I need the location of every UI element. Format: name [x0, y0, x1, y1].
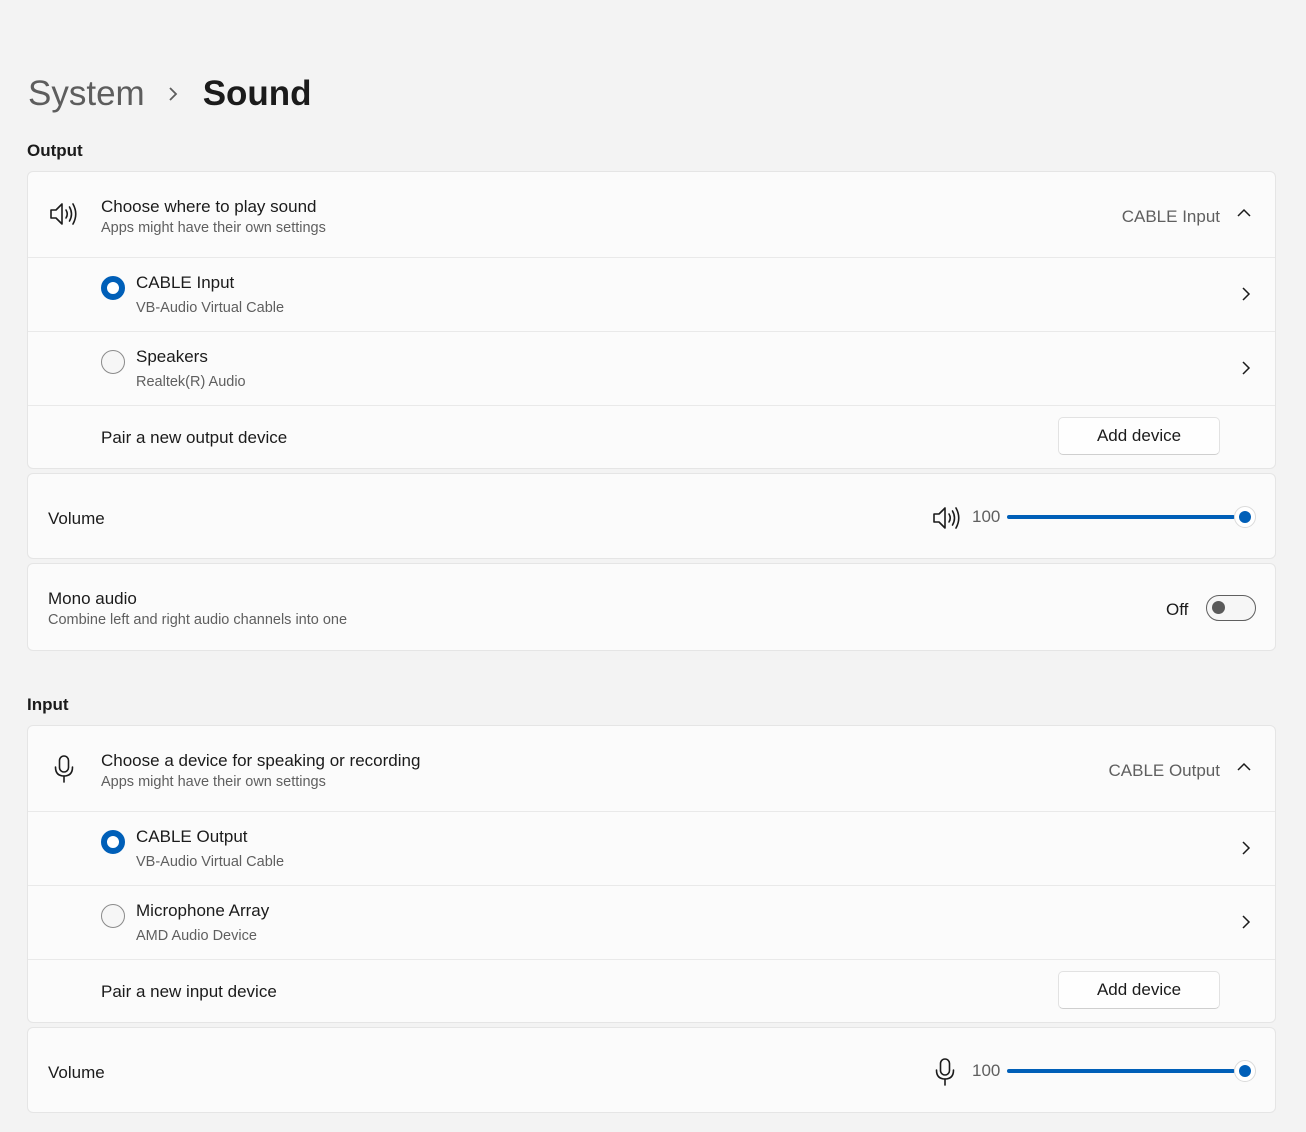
- input-chooser-subtitle: Apps might have their own settings: [101, 774, 326, 790]
- mono-audio-card: Mono audio Combine left and right audio …: [27, 563, 1276, 651]
- input-device-card: Choose a device for speaking or recordin…: [27, 725, 1276, 1023]
- output-section-title: Output: [27, 141, 83, 160]
- radio-cable-output[interactable]: [101, 830, 125, 854]
- breadcrumb-system[interactable]: System: [28, 74, 145, 114]
- mono-audio-title: Mono audio: [48, 589, 137, 608]
- output-device-cable-input[interactable]: CABLE Input VB-Audio Virtual Cable: [28, 258, 1275, 331]
- mono-audio-state: Off: [1166, 600, 1189, 619]
- add-input-device-button[interactable]: Add device: [1058, 971, 1220, 1009]
- mono-audio-toggle[interactable]: [1206, 595, 1256, 621]
- microphone-icon[interactable]: [933, 1057, 957, 1087]
- speaker-icon[interactable]: [931, 505, 961, 531]
- chevron-up-icon[interactable]: [1236, 208, 1252, 218]
- page-title: Sound: [202, 74, 312, 113]
- radio-microphone-array[interactable]: [101, 904, 125, 928]
- input-chooser-title: Choose a device for speaking or recordin…: [101, 751, 421, 770]
- chevron-right-icon[interactable]: [1241, 840, 1251, 856]
- output-volume-slider[interactable]: [1007, 515, 1235, 519]
- input-pair-row: Pair a new input device Add device: [28, 960, 1275, 1024]
- chevron-up-icon[interactable]: [1236, 762, 1252, 772]
- mono-audio-subtitle: Combine left and right audio channels in…: [48, 612, 348, 628]
- output-pair-row: Pair a new output device Add device: [28, 406, 1275, 470]
- input-device-cable-output[interactable]: CABLE Output VB-Audio Virtual Cable: [28, 812, 1275, 885]
- chevron-right-icon[interactable]: [1241, 360, 1251, 376]
- microphone-icon: [52, 754, 76, 784]
- pair-input-label: Pair a new input device: [101, 982, 277, 1001]
- device-name: CABLE Input: [136, 273, 235, 292]
- speaker-icon: [48, 201, 78, 227]
- output-device-speakers[interactable]: Speakers Realtek(R) Audio: [28, 332, 1275, 405]
- output-volume-card: Volume 100: [27, 473, 1276, 559]
- input-selected-value: CABLE Output: [1108, 761, 1220, 780]
- output-volume-slider-thumb[interactable]: [1234, 506, 1256, 528]
- input-device-microphone-array[interactable]: Microphone Array AMD Audio Device: [28, 886, 1275, 959]
- device-name: Speakers: [136, 347, 208, 366]
- pair-output-label: Pair a new output device: [101, 428, 288, 447]
- chevron-right-icon: [167, 86, 179, 102]
- device-name: Microphone Array: [136, 901, 270, 920]
- device-description: VB-Audio Virtual Cable: [136, 300, 285, 316]
- input-chooser-header[interactable]: Choose a device for speaking or recordin…: [28, 726, 1275, 811]
- device-description: VB-Audio Virtual Cable: [136, 854, 285, 870]
- add-output-device-button[interactable]: Add device: [1058, 417, 1220, 455]
- output-volume-label: Volume: [48, 509, 105, 528]
- output-chooser-subtitle: Apps might have their own settings: [101, 220, 326, 236]
- toggle-knob: [1212, 601, 1225, 614]
- device-description: Realtek(R) Audio: [136, 374, 246, 390]
- output-device-card: Choose where to play sound Apps might ha…: [27, 171, 1276, 469]
- input-volume-slider[interactable]: [1007, 1069, 1235, 1073]
- input-volume-card: Volume 100: [27, 1027, 1276, 1113]
- input-volume-slider-thumb[interactable]: [1234, 1060, 1256, 1082]
- input-section-title: Input: [27, 695, 69, 714]
- radio-cable-input[interactable]: [101, 276, 125, 300]
- radio-speakers[interactable]: [101, 350, 125, 374]
- chevron-right-icon[interactable]: [1241, 914, 1251, 930]
- device-description: AMD Audio Device: [136, 928, 257, 944]
- output-selected-value: CABLE Input: [1121, 207, 1220, 226]
- output-chooser-title: Choose where to play sound: [101, 197, 317, 216]
- device-name: CABLE Output: [136, 827, 248, 846]
- output-chooser-header[interactable]: Choose where to play sound Apps might ha…: [28, 172, 1275, 257]
- chevron-right-icon[interactable]: [1241, 286, 1251, 302]
- input-volume-value: 100: [972, 1061, 1001, 1080]
- breadcrumb: System Sound: [28, 72, 312, 116]
- input-volume-label: Volume: [48, 1063, 105, 1082]
- output-volume-value: 100: [972, 507, 1001, 526]
